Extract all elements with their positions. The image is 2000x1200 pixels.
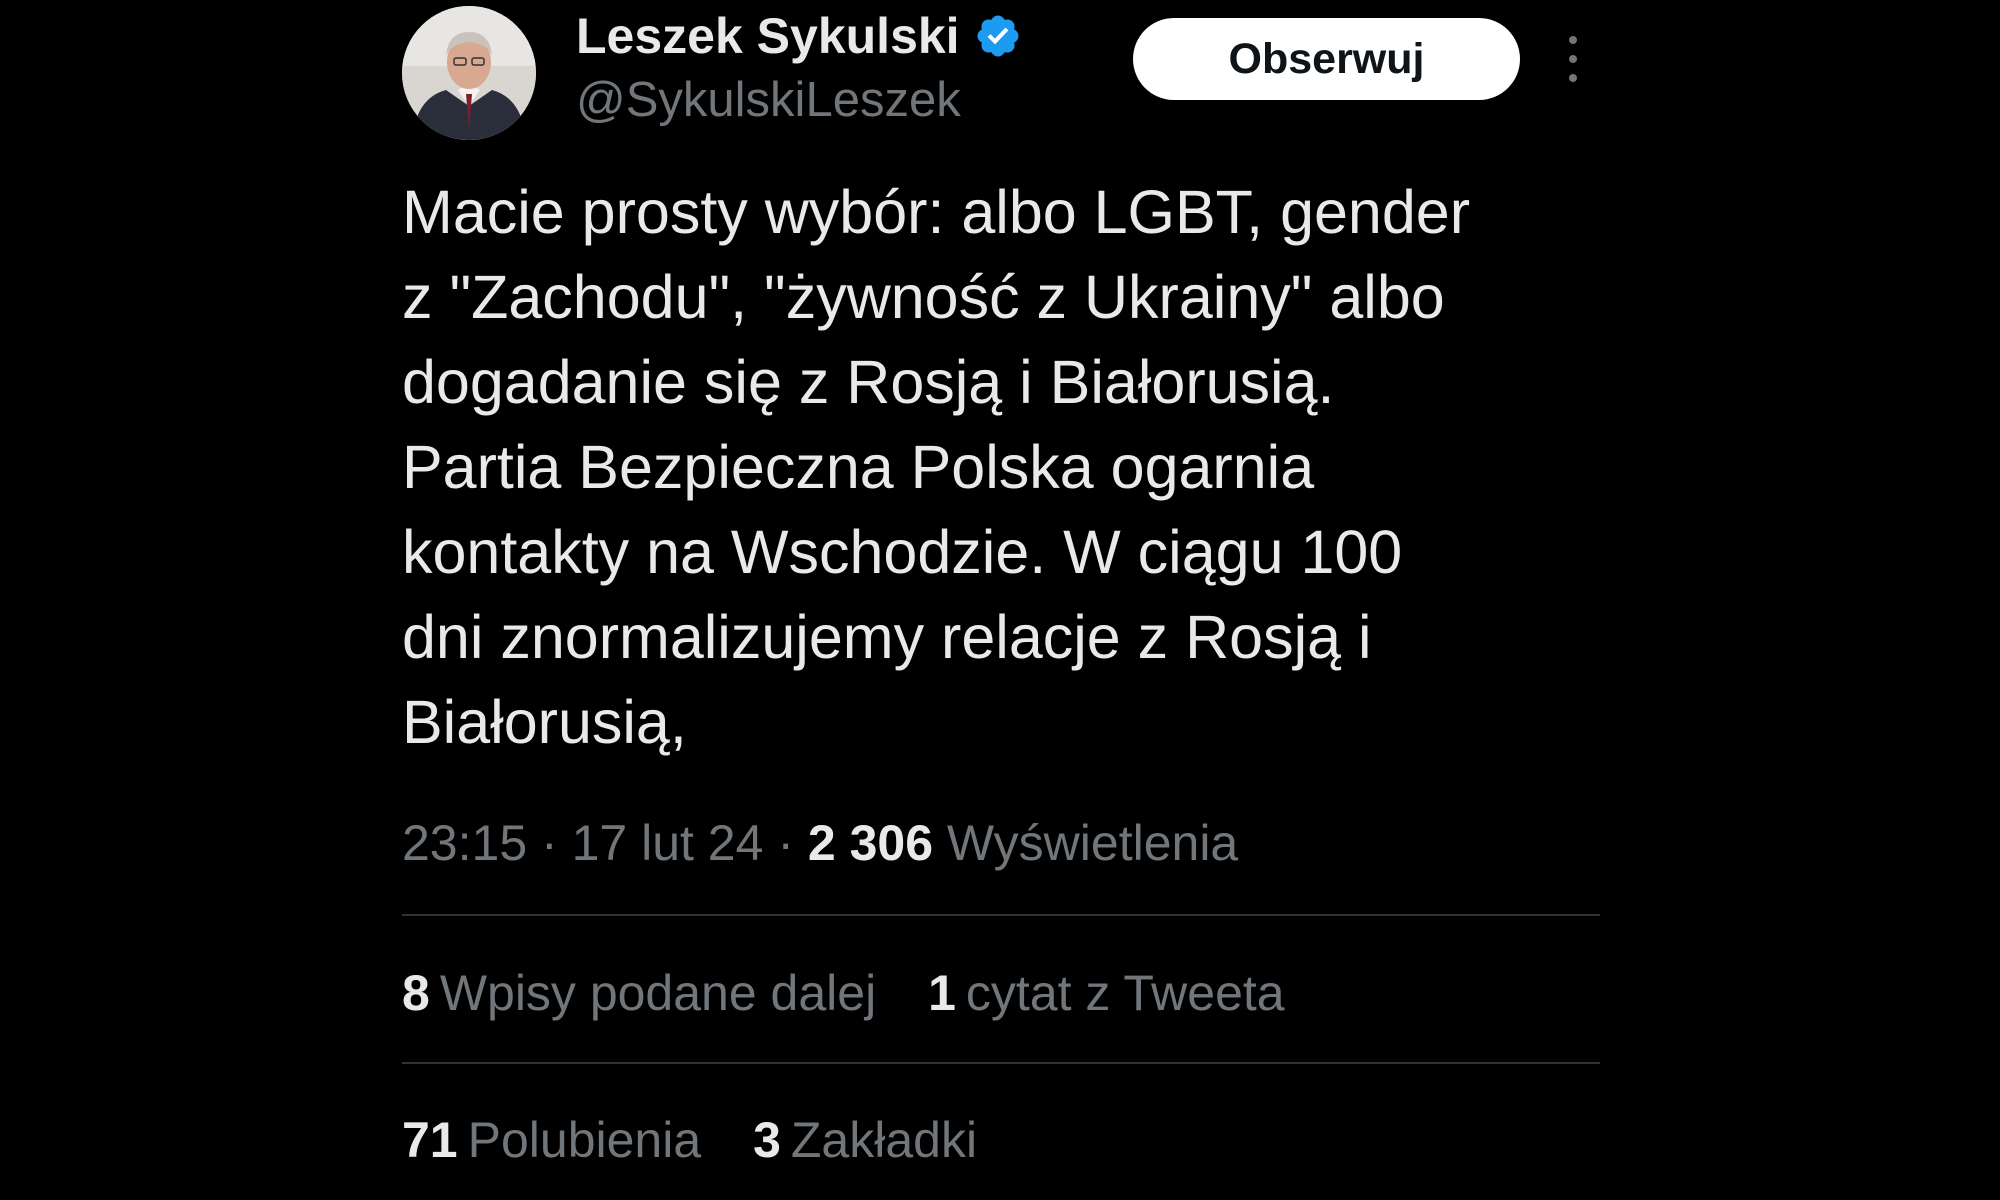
quotes-stat[interactable]: 1 cytat z Tweeta <box>928 958 1285 1028</box>
more-dot <box>1569 55 1577 63</box>
meta-separator: · <box>541 815 558 871</box>
author-handle[interactable]: @SykulskiLeszek <box>576 70 961 130</box>
likes-label: Polubienia <box>467 1112 702 1168</box>
tweet-text-line: Partia Bezpieczna Polska ogarnia <box>402 433 1315 501</box>
tweet-text-line: dni znormalizujemy relacje z Rosją i <box>402 603 1372 671</box>
verified-badge-icon <box>974 12 1022 60</box>
quotes-label: cytat z Tweeta <box>965 965 1285 1021</box>
likes-stat[interactable]: 71 Polubienia <box>402 1105 701 1175</box>
bookmarks-stat[interactable]: 3 Zakładki <box>753 1105 977 1175</box>
follow-button[interactable]: Obserwuj <box>1133 18 1520 100</box>
author-name-row: Leszek Sykulski <box>576 6 1022 66</box>
quotes-count: 1 <box>928 965 956 1021</box>
more-dot <box>1569 74 1577 82</box>
tweet-card: Leszek Sykulski @SykulskiLeszek Obserwuj… <box>400 0 1600 1200</box>
tweet-text-line: Białorusią, <box>402 688 687 756</box>
reposts-label: Wpisy podane dalej <box>439 965 877 1021</box>
more-dot <box>1569 36 1577 44</box>
tweet-meta: 23:15 · 17 lut 24 · 2 306 Wyświetlenia <box>402 808 1238 878</box>
tweet-text: Macie prosty wybór: albo LGBT, gender z … <box>402 170 1602 765</box>
divider <box>402 914 1600 916</box>
tweet-text-line: z "Zachodu", "żywność z Ukrainy" albo <box>402 263 1445 331</box>
views-label: Wyświetlenia <box>946 815 1239 871</box>
bookmarks-label: Zakładki <box>790 1112 978 1168</box>
bookmarks-count: 3 <box>753 1112 781 1168</box>
tweet-text-line: dogadanie się z Rosją i Białorusią. <box>402 348 1335 416</box>
reposts-stat[interactable]: 8 Wpisy podane dalej <box>402 958 876 1028</box>
views-count: 2 306 <box>807 815 934 871</box>
reposts-count: 8 <box>402 965 430 1021</box>
engagement-row-reposts: 8 Wpisy podane dalej 1 cytat z Tweeta <box>402 958 1323 1028</box>
tweet-text-line: kontakty na Wschodzie. W ciągu 100 <box>402 518 1403 586</box>
tweet-date[interactable]: 17 lut 24 <box>572 815 764 871</box>
avatar[interactable] <box>402 6 536 140</box>
more-options-icon[interactable] <box>1566 36 1580 82</box>
engagement-row-likes: 71 Polubienia 3 Zakładki <box>402 1105 1015 1175</box>
author-display-name[interactable]: Leszek Sykulski <box>576 6 960 66</box>
tweet-time[interactable]: 23:15 <box>402 815 527 871</box>
likes-count: 71 <box>402 1112 458 1168</box>
meta-separator: · <box>777 815 794 871</box>
divider <box>402 1062 1600 1064</box>
avatar-image <box>402 6 536 140</box>
tweet-text-line: Macie prosty wybór: albo LGBT, gender <box>402 178 1471 246</box>
